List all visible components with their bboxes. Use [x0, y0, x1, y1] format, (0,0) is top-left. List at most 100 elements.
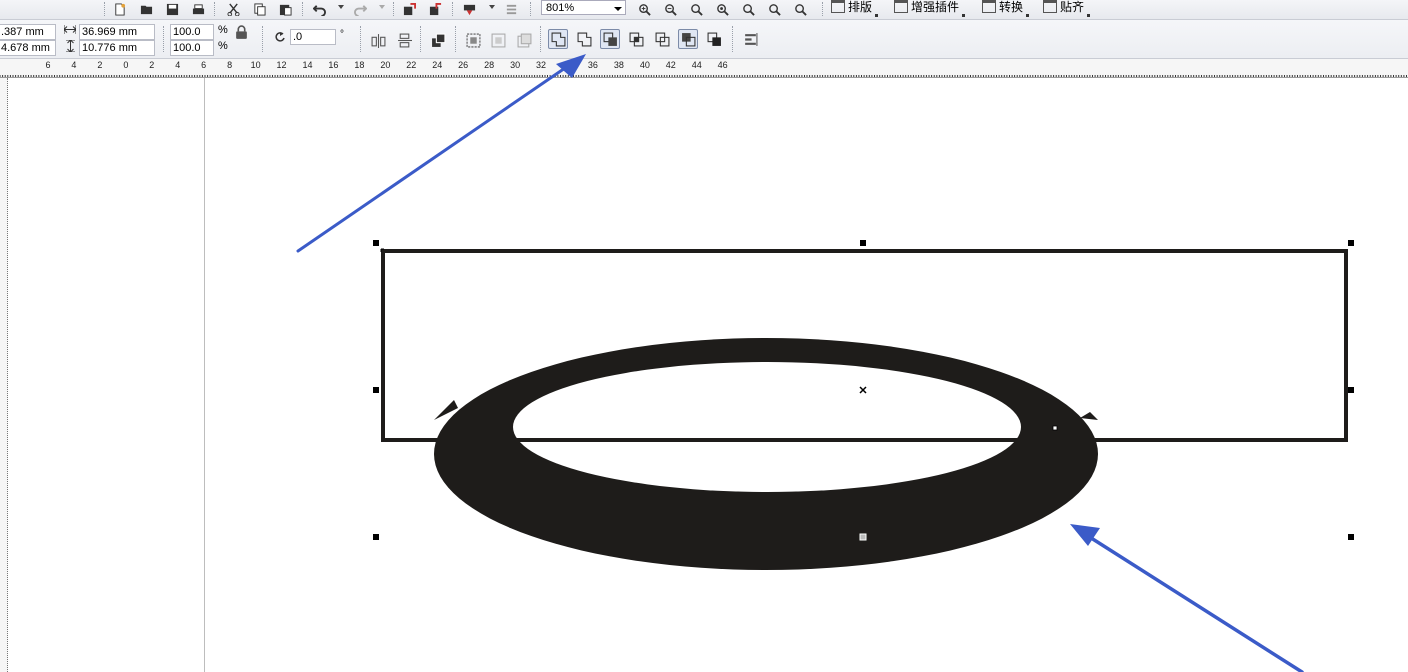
handle-top-right[interactable]	[1348, 240, 1354, 246]
new-document-icon[interactable]	[111, 1, 128, 17]
menu-snap-label: 贴齐	[1060, 0, 1085, 14]
simplify-icon[interactable]	[652, 29, 672, 49]
zoom-in-icon[interactable]	[636, 1, 653, 17]
scale-x-unit: %	[218, 24, 228, 36]
plugins-icon	[894, 0, 908, 13]
zoom-level-select[interactable]: 801%	[541, 0, 626, 15]
menu-convert-label: 转换	[999, 0, 1024, 14]
ruler-label: 38	[613, 60, 624, 70]
ruler-label: 6	[45, 60, 51, 70]
ring-shape[interactable]	[434, 338, 1098, 570]
zoom-selected-icon[interactable]	[688, 1, 705, 17]
save-icon[interactable]	[164, 1, 181, 17]
print-icon[interactable]	[190, 1, 207, 17]
menu-plugins-label: 增强插件	[911, 0, 960, 14]
ungroup-icon[interactable]	[488, 30, 508, 50]
import-icon[interactable]	[401, 1, 418, 17]
zoom-level-value: 801%	[546, 2, 575, 14]
zoom-page-icon[interactable]	[740, 1, 757, 17]
dropdown-corner-icon	[962, 14, 966, 17]
open-icon[interactable]	[138, 1, 155, 17]
back-minus-front-icon[interactable]	[704, 29, 724, 49]
paste-icon[interactable]	[277, 1, 294, 17]
horizontal-ruler[interactable]: 6420246810121416182022242628303234363840…	[0, 59, 1408, 78]
width-field[interactable]: 36.969 mm	[79, 24, 155, 40]
combine-icon[interactable]	[548, 29, 568, 49]
mirror-vertical-icon[interactable]	[394, 30, 414, 50]
ruler-label: 2	[97, 60, 103, 70]
front-minus-back-icon[interactable]	[678, 29, 698, 49]
application-launcher-icon[interactable]	[503, 1, 520, 17]
ruler-label: 4	[71, 60, 77, 70]
weld-icon[interactable]	[574, 29, 594, 49]
menu-convert-button[interactable]: 转换	[982, 0, 1030, 17]
zoom-page-height-icon[interactable]	[792, 1, 809, 17]
rotation-angle-field[interactable]: .0	[290, 29, 336, 45]
ruler-ticks	[0, 75, 1407, 77]
node-handle[interactable]	[1052, 425, 1058, 431]
toolbar-separator	[104, 2, 106, 16]
undo-dropdown-icon[interactable]	[338, 5, 344, 9]
standard-toolbar: 801% 排版 增强插件 转换 贴齐	[0, 0, 1408, 20]
ruler-label: 26	[458, 60, 469, 70]
cut-icon[interactable]	[225, 1, 242, 17]
toolbar-separator	[455, 26, 457, 52]
toolbar-separator	[452, 2, 454, 16]
dropdown-corner-icon	[1087, 14, 1091, 17]
rotate-icon	[274, 31, 286, 46]
zoom-all-objects-icon[interactable]	[714, 1, 731, 17]
redo-dropdown-icon[interactable]	[379, 5, 385, 9]
toolbar-separator	[393, 2, 395, 16]
menu-plugins-button[interactable]: 增强插件	[894, 0, 966, 17]
ruler-label: 2	[149, 60, 155, 70]
export-icon[interactable]	[427, 1, 444, 17]
mirror-horizontal-icon[interactable]	[368, 30, 388, 50]
group-icon[interactable]	[463, 30, 483, 50]
menu-snap-button[interactable]: 贴齐	[1043, 0, 1091, 17]
ruler-label: 18	[354, 60, 365, 70]
ungroup-all-icon[interactable]	[514, 30, 534, 50]
handle-middle-right[interactable]	[1348, 387, 1354, 393]
ruler-label: 28	[484, 60, 495, 70]
trim-icon[interactable]	[600, 29, 620, 49]
toolbar-separator	[302, 2, 304, 16]
lock-ratio-icon[interactable]	[232, 23, 250, 41]
publish-dropdown-icon[interactable]	[489, 5, 495, 9]
handle-bottom-left[interactable]	[373, 534, 379, 540]
menu-layout-button[interactable]: 排版	[831, 0, 879, 17]
handle-bottom-center[interactable]	[859, 533, 867, 541]
convert-icon	[982, 0, 996, 13]
intersect-icon[interactable]	[626, 29, 646, 49]
order-icon[interactable]	[428, 30, 448, 50]
snap-icon	[1043, 0, 1057, 13]
publish-pdf-icon[interactable]	[461, 1, 478, 17]
ruler-label: 32	[536, 60, 547, 70]
redo-icon[interactable]	[352, 1, 369, 17]
ruler-label: 8	[227, 60, 233, 70]
ruler-label: 10	[250, 60, 261, 70]
menu-layout-label: 排版	[848, 0, 873, 14]
ruler-label: 20	[380, 60, 391, 70]
undo-icon[interactable]	[311, 1, 328, 17]
scale-x-field[interactable]: 100.0	[170, 24, 214, 40]
zoom-page-width-icon[interactable]	[766, 1, 783, 17]
handle-bottom-right[interactable]	[1348, 534, 1354, 540]
toolbar-separator	[822, 2, 824, 16]
ruler-label: 22	[406, 60, 417, 70]
vertical-ruler[interactable]	[0, 78, 8, 672]
handle-top-left[interactable]	[373, 240, 379, 246]
toolbar-separator	[732, 26, 734, 52]
handle-middle-left[interactable]	[373, 387, 379, 393]
align-distribute-icon[interactable]	[740, 29, 760, 49]
copy-icon[interactable]	[251, 1, 268, 17]
handle-top-center[interactable]	[860, 240, 866, 246]
page-border-guide	[204, 78, 205, 672]
x-position-field[interactable]: .387 mm	[0, 24, 56, 40]
zoom-out-icon[interactable]	[662, 1, 679, 17]
scale-y-field[interactable]: 100.0	[170, 40, 214, 56]
ruler-label: 16	[328, 60, 339, 70]
height-field[interactable]: 10.776 mm	[79, 40, 155, 56]
ruler-label: 42	[665, 60, 676, 70]
y-position-field[interactable]: 4.678 mm	[0, 40, 56, 56]
layout-icon	[831, 0, 845, 13]
